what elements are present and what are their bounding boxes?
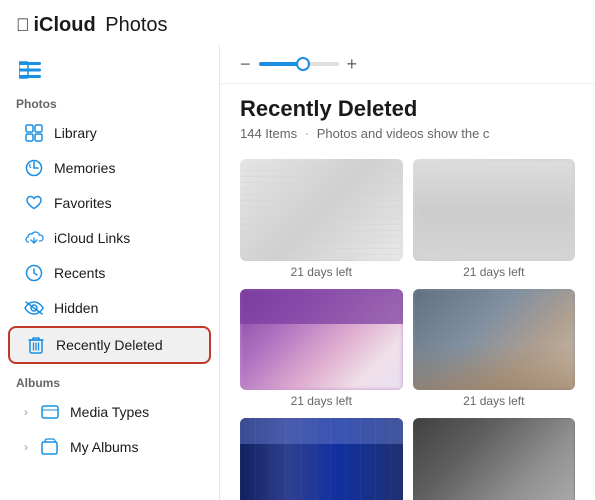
- photos-section-label: Photos: [0, 91, 219, 115]
- library-label: Library: [54, 125, 97, 141]
- albums-section: Albums › Media Types ›: [0, 370, 219, 464]
- memories-label: Memories: [54, 160, 115, 176]
- icloud-links-label: iCloud Links: [54, 230, 130, 246]
- photos-label: Photos: [100, 14, 168, 37]
- sidebar-top-area: [0, 53, 219, 91]
- sidebar-item-my-albums[interactable]: › My Albums: [8, 430, 211, 464]
- favorites-label: Favorites: [54, 195, 112, 211]
- photo-thumb-3: [240, 289, 403, 391]
- media-types-icon: [40, 402, 60, 422]
- photo-grid: 21 days left 21 days left 21 days left: [220, 149, 595, 500]
- photo-item-2[interactable]: 21 days left: [413, 159, 576, 279]
- separator-dot: ·: [305, 126, 309, 141]
- zoom-out-button[interactable]: −: [240, 55, 251, 73]
- zoom-in-button[interactable]: +: [347, 55, 358, 73]
- photo-caption-2: 21 days left: [463, 265, 524, 279]
- photo-thumb-4: [413, 289, 576, 391]
- recently-deleted-label: Recently Deleted: [56, 337, 163, 353]
- photo-thumb-6: [413, 418, 576, 500]
- photo-item-5[interactable]: 21 days left: [240, 418, 403, 500]
- apple-icon: : [16, 15, 30, 36]
- zoom-slider[interactable]: [259, 62, 339, 66]
- content-subtitle: 144 Items · Photos and videos show the c: [240, 126, 575, 141]
- hidden-label: Hidden: [54, 300, 98, 316]
- main-content: − + Recently Deleted 144 Items · Photos …: [220, 45, 595, 500]
- chevron-right-icon-2: ›: [24, 440, 28, 454]
- recents-label: Recents: [54, 265, 105, 281]
- albums-section-label: Albums: [0, 370, 219, 394]
- sidebar-item-recently-deleted[interactable]: Recently Deleted: [8, 326, 211, 364]
- photo-item-1[interactable]: 21 days left: [240, 159, 403, 279]
- sidebar-toggle-button[interactable]: [16, 59, 44, 81]
- my-albums-icon: [40, 437, 60, 457]
- photo-caption-3: 21 days left: [291, 394, 352, 408]
- my-albums-label: My Albums: [70, 439, 138, 455]
- icloud-links-icon: [24, 228, 44, 248]
- recents-icon: [24, 263, 44, 283]
- photo-thumb-5: [240, 418, 403, 500]
- item-count: 144 Items: [240, 126, 297, 141]
- photo-caption-1: 21 days left: [291, 265, 352, 279]
- photo-thumb-2: [413, 159, 576, 261]
- favorites-icon: [24, 193, 44, 213]
- library-icon: [24, 123, 44, 143]
- zoom-toolbar: − +: [220, 45, 595, 84]
- icloud-label: iCloud: [34, 14, 96, 37]
- chevron-right-icon: ›: [24, 405, 28, 419]
- memories-icon: [24, 158, 44, 178]
- photo-item-4[interactable]: 21 days left: [413, 289, 576, 409]
- sidebar-item-hidden[interactable]: Hidden: [8, 291, 211, 325]
- photo-item-3[interactable]: 21 days left: [240, 289, 403, 409]
- main-layout: Photos Library: [0, 45, 595, 500]
- trash-icon: [26, 335, 46, 355]
- zoom-thumb: [296, 57, 310, 71]
- photo-item-6[interactable]: 21 days left: [413, 418, 576, 500]
- content-header: Recently Deleted 144 Items · Photos and …: [220, 84, 595, 149]
- sidebar: Photos Library: [0, 45, 220, 500]
- sidebar-item-library[interactable]: Library: [8, 116, 211, 150]
- sidebar-item-icloud-links[interactable]: iCloud Links: [8, 221, 211, 255]
- photo-thumb-1: [240, 159, 403, 261]
- hidden-icon: [24, 298, 44, 318]
- app-header:  iCloud Photos: [0, 0, 595, 45]
- media-types-label: Media Types: [70, 404, 149, 420]
- app-logo:  iCloud Photos: [16, 14, 168, 37]
- subtitle-note: Photos and videos show the c: [317, 126, 490, 141]
- sidebar-item-media-types[interactable]: › Media Types: [8, 395, 211, 429]
- content-title: Recently Deleted: [240, 96, 575, 122]
- sidebar-item-recents[interactable]: Recents: [8, 256, 211, 290]
- photo-caption-4: 21 days left: [463, 394, 524, 408]
- sidebar-item-memories[interactable]: Memories: [8, 151, 211, 185]
- sidebar-item-favorites[interactable]: Favorites: [8, 186, 211, 220]
